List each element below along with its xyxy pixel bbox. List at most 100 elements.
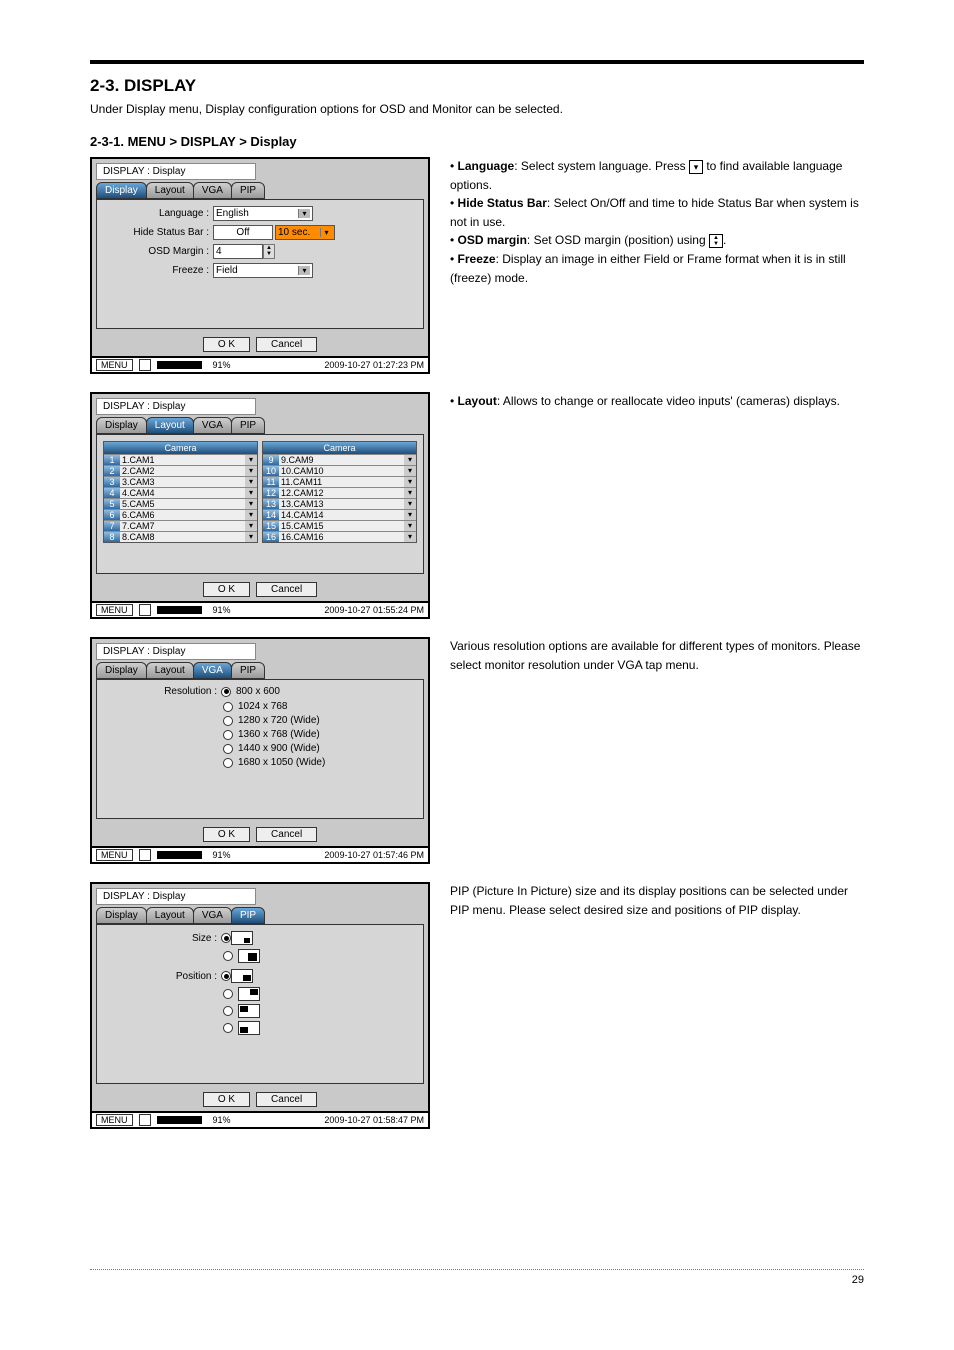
tab-pip[interactable]: PIP <box>231 417 265 434</box>
tab-vga[interactable]: VGA <box>193 182 232 199</box>
label-language: Language : <box>103 208 213 219</box>
camera-row[interactable]: 66.CAM6▾ <box>104 509 257 520</box>
combo-language[interactable]: English▾ <box>213 206 313 221</box>
record-icon <box>139 849 151 861</box>
timestamp: 2009-10-27 01:58:47 PM <box>324 1115 424 1125</box>
camera-row[interactable]: 1313.CAM13▾ <box>263 498 416 509</box>
tab-layout[interactable]: Layout <box>146 907 194 924</box>
ok-button[interactable]: O K <box>203 337 250 352</box>
label-hide-status: Hide Status Bar : <box>103 227 213 238</box>
spinner-osd-margin[interactable]: ▲▼ <box>263 244 275 259</box>
desc-pip: PIP (Picture In Picture) size and its di… <box>450 882 864 1129</box>
col-head-left: Camera <box>104 442 257 454</box>
progress-pct: 91% <box>213 850 231 860</box>
cancel-button[interactable]: Cancel <box>256 1092 317 1107</box>
label-pip-position: Position : <box>103 971 221 982</box>
radio-option[interactable] <box>223 758 233 768</box>
timestamp: 2009-10-27 01:55:24 PM <box>324 605 424 615</box>
ok-button[interactable]: O K <box>203 582 250 597</box>
radio-label: 1280 x 720 (Wide) <box>238 715 320 726</box>
combo-hide-status-onoff[interactable]: Off <box>213 225 273 240</box>
tab-vga[interactable]: VGA <box>193 907 232 924</box>
radio-option[interactable] <box>223 716 233 726</box>
pip-size-small-icon <box>231 931 253 945</box>
camera-row[interactable]: 88.CAM8▾ <box>104 531 257 542</box>
tab-layout[interactable]: Layout <box>146 417 194 434</box>
tab-vga[interactable]: VGA <box>193 417 232 434</box>
input-osd-margin[interactable]: 4 <box>213 244 263 259</box>
screenshot-layout: DISPLAY : Display Display Layout VGA PIP… <box>90 392 430 619</box>
top-divider <box>90 60 864 64</box>
tab-display[interactable]: Display <box>96 182 147 199</box>
combo-freeze[interactable]: Field▾ <box>213 263 313 278</box>
progress-bar <box>157 361 207 369</box>
screenshot-display: DISPLAY : Display Display Layout VGA PIP… <box>90 157 430 374</box>
label-pip-size: Size : <box>103 933 221 944</box>
window-title: DISPLAY : Display <box>96 398 256 415</box>
timestamp: 2009-10-27 01:27:23 PM <box>324 360 424 370</box>
camera-row[interactable]: 55.CAM5▾ <box>104 498 257 509</box>
pip-pos-tr-icon <box>238 987 260 1001</box>
label-freeze: Freeze : <box>103 265 213 276</box>
radio-pos-4[interactable] <box>223 1023 233 1033</box>
radio-size-small[interactable] <box>221 933 231 943</box>
tab-vga[interactable]: VGA <box>193 662 232 679</box>
camera-row[interactable]: 1111.CAM11▾ <box>263 476 416 487</box>
progress-bar <box>157 851 207 859</box>
camera-row[interactable]: 1414.CAM14▾ <box>263 509 416 520</box>
camera-row[interactable]: 33.CAM3▾ <box>104 476 257 487</box>
camera-row[interactable]: 99.CAM9▾ <box>263 454 416 465</box>
tab-display[interactable]: Display <box>96 907 147 924</box>
tab-pip[interactable]: PIP <box>231 907 265 924</box>
tab-display[interactable]: Display <box>96 662 147 679</box>
tab-pip[interactable]: PIP <box>231 182 265 199</box>
camera-row[interactable]: 22.CAM2▾ <box>104 465 257 476</box>
radio-pos-1[interactable] <box>221 971 231 981</box>
radio-option[interactable] <box>221 687 231 697</box>
desc-vga: Various resolution options are available… <box>450 637 864 864</box>
radio-label: 1440 x 900 (Wide) <box>238 743 320 754</box>
window-title: DISPLAY : Display <box>96 163 256 180</box>
radio-pos-2[interactable] <box>223 989 233 999</box>
cancel-button[interactable]: Cancel <box>256 827 317 842</box>
pip-pos-bl-icon <box>238 1021 260 1035</box>
status-menu: MENU <box>96 849 133 861</box>
ok-button[interactable]: O K <box>203 1092 250 1107</box>
page-number: 29 <box>90 1269 864 1286</box>
cancel-button[interactable]: Cancel <box>256 582 317 597</box>
radio-pos-3[interactable] <box>223 1006 233 1016</box>
tab-pip[interactable]: PIP <box>231 662 265 679</box>
radio-option[interactable] <box>223 744 233 754</box>
tab-layout[interactable]: Layout <box>146 182 194 199</box>
ok-button[interactable]: O K <box>203 827 250 842</box>
pip-size-large-icon <box>238 949 260 963</box>
cancel-button[interactable]: Cancel <box>256 337 317 352</box>
radio-option[interactable] <box>223 702 233 712</box>
radio-label: 1024 x 768 <box>238 701 288 712</box>
camera-row[interactable]: 1616.CAM16▾ <box>263 531 416 542</box>
timestamp: 2009-10-27 01:57:46 PM <box>324 850 424 860</box>
camera-row[interactable]: 11.CAM1▾ <box>104 454 257 465</box>
window-title: DISPLAY : Display <box>96 888 256 905</box>
section-intro: Under Display menu, Display configuratio… <box>90 102 864 116</box>
screenshot-pip: DISPLAY : Display Display Layout VGA PIP… <box>90 882 430 1129</box>
camera-row[interactable]: 44.CAM4▾ <box>104 487 257 498</box>
progress-pct: 91% <box>213 1115 231 1125</box>
radio-label: 800 x 600 <box>236 686 280 697</box>
tab-display[interactable]: Display <box>96 417 147 434</box>
camera-row[interactable]: 77.CAM7▾ <box>104 520 257 531</box>
camera-row[interactable]: 1010.CAM10▾ <box>263 465 416 476</box>
radio-size-large[interactable] <box>223 951 233 961</box>
radio-option[interactable] <box>223 730 233 740</box>
tab-layout[interactable]: Layout <box>146 662 194 679</box>
camera-row[interactable]: 1212.CAM12▾ <box>263 487 416 498</box>
combo-hide-status-time[interactable]: 10 sec.▾ <box>275 225 335 240</box>
radio-label: 1360 x 768 (Wide) <box>238 729 320 740</box>
spinner-icon: ▲▼ <box>709 234 723 248</box>
radio-label: 1680 x 1050 (Wide) <box>238 757 325 768</box>
record-icon <box>139 359 151 371</box>
label-osd-margin: OSD Margin : <box>103 246 213 257</box>
pip-pos-tl-icon <box>238 1004 260 1018</box>
camera-row[interactable]: 1515.CAM15▾ <box>263 520 416 531</box>
progress-pct: 91% <box>213 605 231 615</box>
